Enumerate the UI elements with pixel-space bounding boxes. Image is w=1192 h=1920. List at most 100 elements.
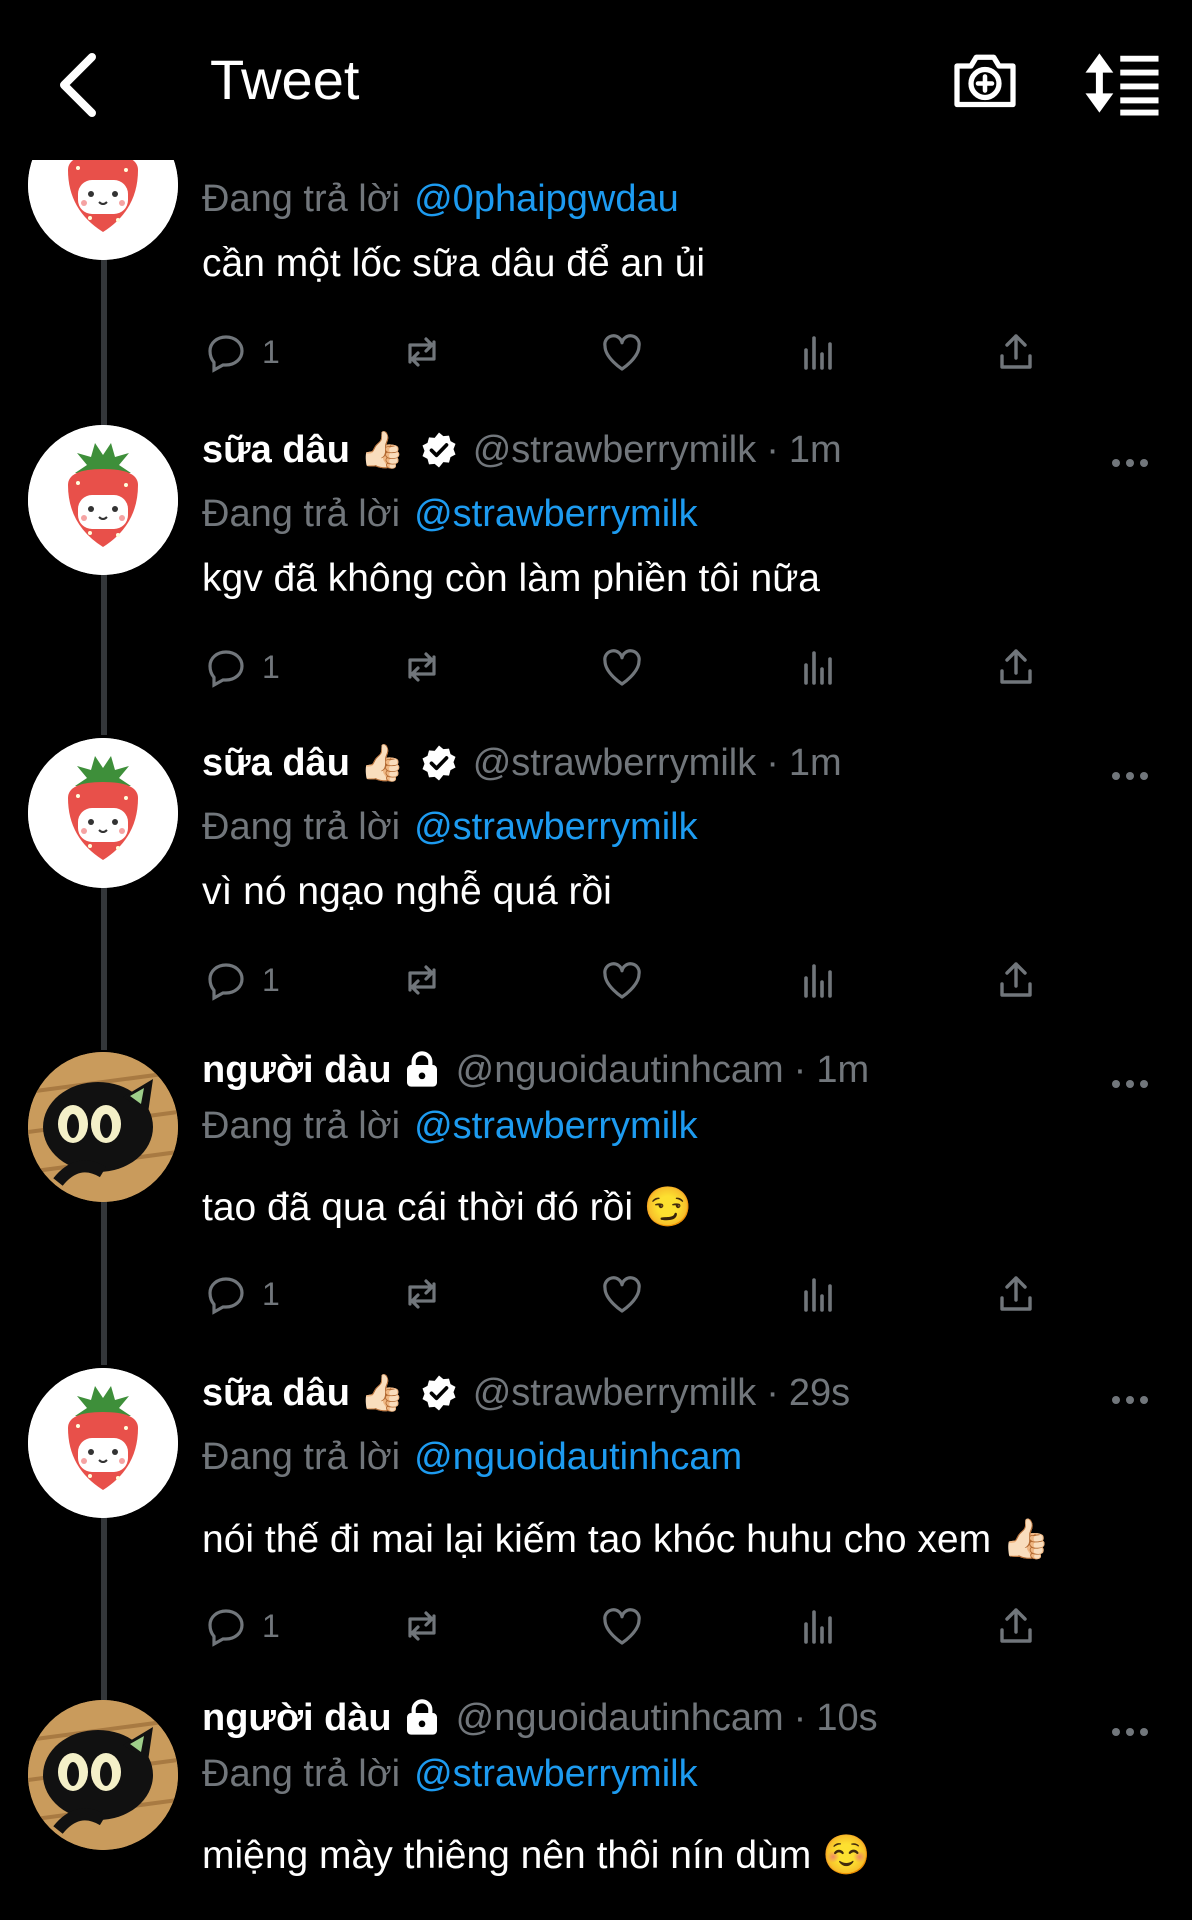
retweet-button[interactable] bbox=[398, 637, 446, 697]
separator: · bbox=[766, 741, 779, 784]
more-icon[interactable] bbox=[1110, 1390, 1150, 1410]
separator: · bbox=[793, 1696, 807, 1739]
retweet-icon bbox=[398, 1270, 446, 1318]
handle[interactable]: @nguoidautinhcam bbox=[456, 1049, 784, 1092]
share-button[interactable] bbox=[992, 637, 1040, 697]
like-button[interactable] bbox=[598, 322, 646, 382]
mention-link[interactable]: @0phaipgwdau bbox=[414, 178, 679, 220]
share-icon bbox=[992, 1270, 1040, 1318]
handle[interactable]: @strawberrymilk bbox=[473, 1372, 756, 1415]
display-name[interactable]: sữa dâu bbox=[202, 742, 350, 785]
name-emoji: 👍🏻 bbox=[359, 1372, 405, 1413]
reply-button[interactable]: 1 bbox=[202, 950, 280, 1010]
tweet-actions: 1 bbox=[202, 1264, 1062, 1324]
separator: · bbox=[766, 428, 779, 471]
like-button[interactable] bbox=[598, 1264, 646, 1324]
timestamp[interactable]: 1m bbox=[816, 1049, 869, 1092]
tweet-header: sữa dâu 👍🏻 @strawberrymilk · 1m bbox=[202, 735, 842, 791]
retweet-button[interactable] bbox=[398, 1596, 446, 1656]
retweet-button[interactable] bbox=[398, 1264, 446, 1324]
reply-count: 1 bbox=[262, 648, 280, 685]
views-button[interactable] bbox=[794, 1264, 842, 1324]
handle[interactable]: @nguoidautinhcam bbox=[456, 1697, 784, 1740]
avatar[interactable] bbox=[28, 1052, 178, 1202]
avatar[interactable] bbox=[28, 1368, 178, 1518]
handle[interactable]: @strawberrymilk bbox=[473, 429, 756, 472]
reply-button[interactable]: 1 bbox=[202, 1264, 280, 1324]
thread-line bbox=[101, 570, 107, 735]
tweet-actions: 1 bbox=[202, 637, 1062, 697]
heart-icon bbox=[598, 328, 646, 376]
views-button[interactable] bbox=[794, 950, 842, 1010]
share-button[interactable] bbox=[992, 1596, 1040, 1656]
views-icon bbox=[794, 643, 842, 691]
share-button[interactable] bbox=[992, 322, 1040, 382]
timestamp[interactable]: 29s bbox=[789, 1372, 850, 1415]
reply-count: 1 bbox=[262, 961, 280, 998]
sort-icon[interactable] bbox=[1082, 48, 1162, 118]
replying-to-label: Đang trả lời bbox=[202, 1753, 401, 1795]
timestamp[interactable]: 1m bbox=[789, 742, 842, 785]
more-icon[interactable] bbox=[1110, 1074, 1150, 1094]
timestamp[interactable]: 1m bbox=[789, 429, 842, 472]
reply-button[interactable]: 1 bbox=[202, 322, 280, 382]
share-button[interactable] bbox=[992, 950, 1040, 1010]
mention-link[interactable]: @nguoidautinhcam bbox=[414, 1436, 742, 1478]
like-button[interactable] bbox=[598, 637, 646, 697]
share-button[interactable] bbox=[992, 1264, 1040, 1324]
retweet-button[interactable] bbox=[398, 950, 446, 1010]
share-icon bbox=[992, 1602, 1040, 1650]
views-button[interactable] bbox=[794, 322, 842, 382]
tweet-actions: 1 bbox=[202, 1596, 1062, 1656]
tweet-header: sữa dâu 👍🏻 @strawberrymilk · 29s bbox=[202, 1365, 850, 1421]
views-button[interactable] bbox=[794, 637, 842, 697]
replying-to-label: Đang trả lời bbox=[202, 178, 401, 220]
retweet-button[interactable] bbox=[398, 322, 446, 382]
heart-icon bbox=[598, 1602, 646, 1650]
reply-count: 1 bbox=[262, 333, 280, 370]
tweet-actions: 1 bbox=[202, 950, 1062, 1010]
tweet-text: tao đã qua cái thời đó rồi 😏 bbox=[202, 1186, 693, 1229]
replying-to-label: Đang trả lời bbox=[202, 493, 401, 535]
timestamp[interactable]: 10s bbox=[816, 1697, 877, 1740]
display-name[interactable]: người dàu bbox=[202, 1049, 392, 1092]
avatar[interactable] bbox=[28, 425, 178, 575]
reply-count: 1 bbox=[262, 1275, 280, 1312]
views-icon bbox=[794, 328, 842, 376]
tweet-text: miệng mày thiêng nên thôi nín dùm ☺️ bbox=[202, 1834, 871, 1877]
display-name[interactable]: người dàu bbox=[202, 1697, 392, 1740]
more-icon[interactable] bbox=[1110, 766, 1150, 786]
tweet-actions: 1 bbox=[202, 322, 1062, 382]
replying-to-label: Đang trả lời bbox=[202, 806, 401, 848]
handle[interactable]: @strawberrymilk bbox=[473, 742, 756, 785]
name-emoji: 👍🏻 bbox=[359, 429, 405, 470]
verified-icon bbox=[419, 743, 459, 783]
like-button[interactable] bbox=[598, 950, 646, 1010]
more-icon[interactable] bbox=[1110, 1722, 1150, 1742]
avatar[interactable] bbox=[28, 1700, 178, 1850]
thread-line bbox=[101, 885, 107, 1050]
like-button[interactable] bbox=[598, 1596, 646, 1656]
reply-button[interactable]: 1 bbox=[202, 1596, 280, 1656]
mention-link[interactable]: @strawberrymilk bbox=[414, 806, 697, 848]
reply-button[interactable]: 1 bbox=[202, 637, 280, 697]
reply-icon bbox=[202, 956, 250, 1004]
replying-to: Đang trả lời @strawberrymilk bbox=[202, 1753, 698, 1796]
display-name[interactable]: sữa dâu bbox=[202, 1372, 350, 1415]
reply-icon bbox=[202, 1602, 250, 1650]
reply-count: 1 bbox=[262, 1607, 280, 1644]
top-bar: Tweet bbox=[0, 0, 1192, 160]
reply-icon bbox=[202, 643, 250, 691]
thread-line bbox=[101, 1200, 107, 1365]
heart-icon bbox=[598, 956, 646, 1004]
mention-link[interactable]: @strawberrymilk bbox=[414, 493, 697, 535]
display-name[interactable]: sữa dâu bbox=[202, 429, 350, 472]
more-icon[interactable] bbox=[1110, 453, 1150, 473]
mention-link[interactable]: @strawberrymilk bbox=[414, 1753, 697, 1795]
name-emoji: 👍🏻 bbox=[359, 742, 405, 783]
chevron-left-icon[interactable] bbox=[40, 45, 120, 125]
avatar[interactable] bbox=[28, 738, 178, 888]
camera-plus-icon[interactable] bbox=[950, 45, 1020, 115]
views-button[interactable] bbox=[794, 1596, 842, 1656]
mention-link[interactable]: @strawberrymilk bbox=[414, 1105, 697, 1147]
